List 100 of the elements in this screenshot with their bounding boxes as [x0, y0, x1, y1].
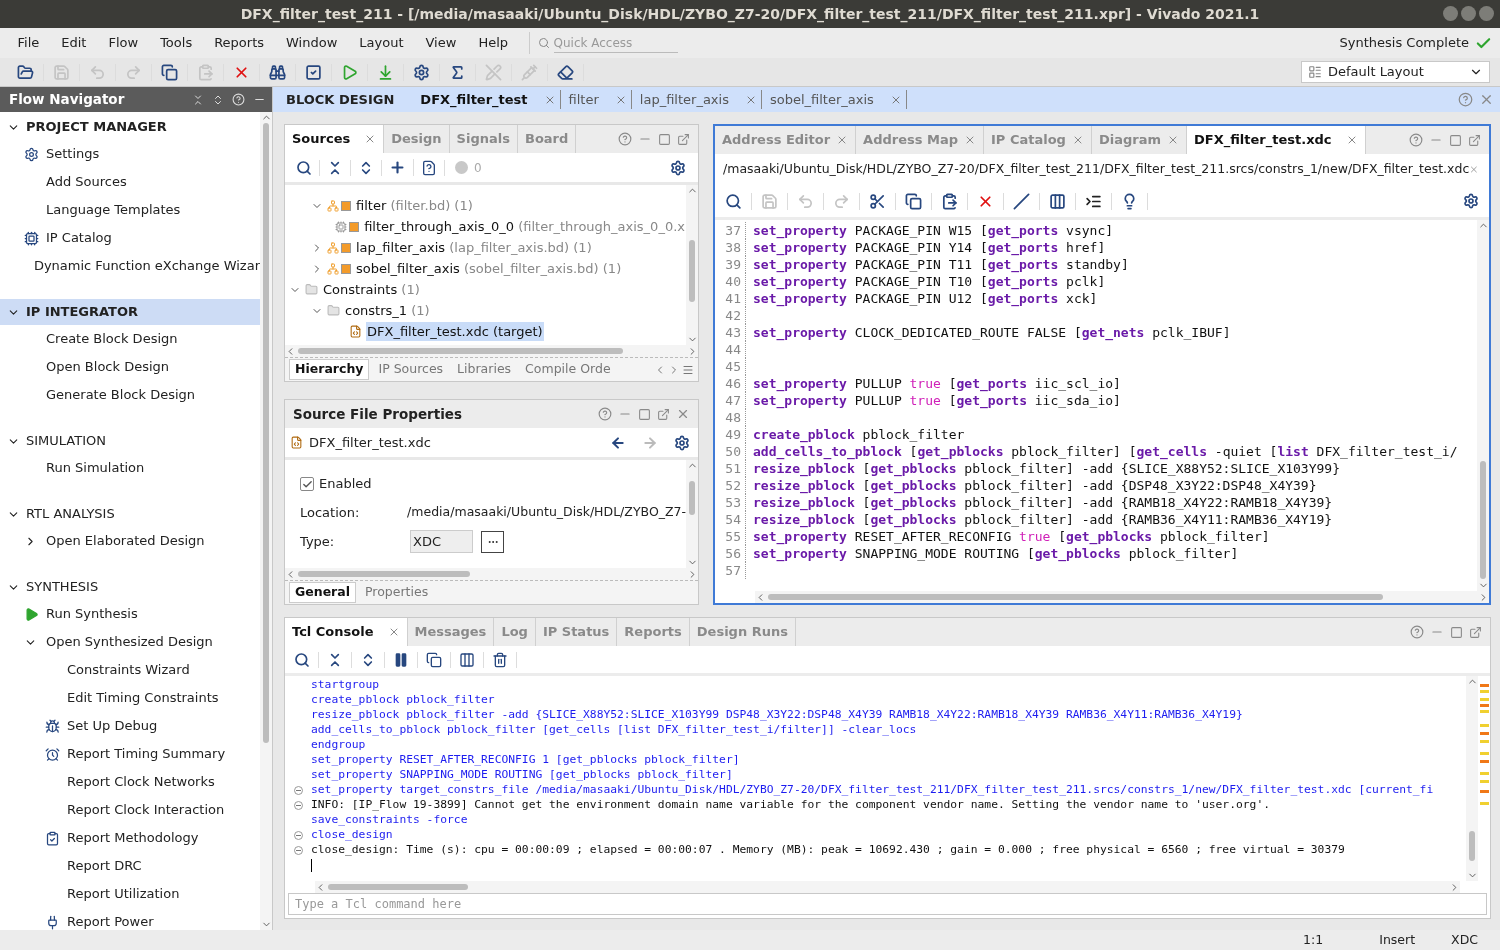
- file-question-icon[interactable]: [421, 159, 437, 176]
- scrollbar-thumb[interactable]: [1469, 831, 1475, 861]
- menu-item[interactable]: Tools: [152, 33, 200, 53]
- lightbulb-icon[interactable]: [1121, 192, 1138, 210]
- columns-icon[interactable]: [1049, 192, 1066, 210]
- help-icon[interactable]: [598, 407, 612, 421]
- nav-item[interactable]: Open Synthesized Design: [46, 632, 213, 652]
- back-icon[interactable]: [610, 434, 626, 451]
- copy-icon[interactable]: [161, 63, 178, 81]
- expand-all-icon[interactable]: [212, 93, 224, 106]
- bottom-tab[interactable]: Hierarchy: [289, 359, 370, 380]
- nav-item[interactable]: Report Power: [67, 912, 154, 930]
- nav-section[interactable]: RTL ANALYSIS: [0, 501, 260, 527]
- float-icon[interactable]: [677, 132, 690, 146]
- panel-tab[interactable]: Tcl Console: [285, 618, 408, 646]
- tree-item[interactable]: lap_filter_axis (lap_filter_axis.bd) (1): [355, 237, 593, 258]
- nav-item[interactable]: Language Templates: [46, 200, 181, 220]
- settings-icon[interactable]: [413, 63, 430, 81]
- scrollbar-thumb[interactable]: [298, 348, 623, 354]
- nav-item[interactable]: Generate Block Design: [46, 385, 196, 405]
- checkbox-icon[interactable]: [305, 63, 322, 81]
- search-icon[interactable]: [725, 192, 742, 210]
- float-icon[interactable]: [1468, 133, 1481, 147]
- maximize-icon[interactable]: [658, 132, 671, 146]
- quick-access-field[interactable]: Quick Access: [553, 33, 678, 53]
- scrollbar-thumb[interactable]: [768, 594, 1383, 600]
- settings-icon[interactable]: [674, 434, 690, 451]
- bottom-tab[interactable]: Libraries: [452, 360, 517, 379]
- binoculars-icon[interactable]: [269, 63, 286, 81]
- search-icon[interactable]: [294, 651, 310, 668]
- nav-item[interactable]: Report Utilization: [67, 884, 180, 904]
- float-icon[interactable]: [657, 407, 670, 421]
- nav-item[interactable]: Run Synthesis: [46, 604, 138, 624]
- scrollbar-thumb[interactable]: [263, 123, 269, 743]
- forward-icon[interactable]: [642, 434, 658, 451]
- close-icon[interactable]: [1479, 6, 1494, 21]
- nav-item[interactable]: Settings: [46, 144, 100, 164]
- columns-icon[interactable]: [459, 651, 475, 668]
- settings-icon[interactable]: [1463, 193, 1479, 209]
- pause-icon[interactable]: [393, 651, 409, 668]
- menu-item[interactable]: View: [418, 33, 464, 53]
- add-icon[interactable]: [389, 159, 406, 176]
- tree-item[interactable]: filter_through_axis_0_0 (filter_through_axis_0_0.x: [363, 216, 686, 237]
- bottom-tab[interactable]: General: [289, 582, 356, 603]
- bottom-tab[interactable]: IP Sources: [373, 360, 449, 379]
- search-icon[interactable]: [296, 159, 312, 176]
- close-icon[interactable]: [1479, 92, 1494, 107]
- tree-item[interactable]: filter (filter.bd) (1): [355, 195, 474, 216]
- nav-item[interactable]: Set Up Debug: [67, 716, 158, 736]
- nav-item[interactable]: Edit Timing Constraints: [67, 688, 219, 708]
- nav-item[interactable]: Open Elaborated Design: [46, 531, 205, 551]
- nav-section[interactable]: PROJECT MANAGER: [0, 114, 260, 140]
- nav-item[interactable]: Report Clock Interaction: [67, 800, 225, 820]
- nav-item[interactable]: Report DRC: [67, 856, 142, 876]
- nav-item[interactable]: Report Timing Summary: [67, 744, 226, 764]
- document-tab[interactable]: lap_filter_axis: [639, 89, 762, 110]
- panel-tab[interactable]: DFX_filter_test.xdc: [1187, 126, 1366, 154]
- settings-icon[interactable]: [670, 159, 686, 176]
- minimize-icon[interactable]: [1443, 6, 1458, 21]
- scrollbar-thumb[interactable]: [298, 571, 470, 577]
- menu-item[interactable]: Reports: [206, 33, 272, 53]
- cut-icon[interactable]: [869, 192, 886, 210]
- browse-button[interactable]: [481, 530, 504, 553]
- tcl-input-field[interactable]: Type a Tcl command here: [288, 893, 1487, 915]
- menu-item[interactable]: File: [10, 33, 47, 53]
- close-icon[interactable]: [1167, 134, 1179, 146]
- nav-section[interactable]: SIMULATION: [0, 428, 260, 454]
- comment-icon[interactable]: [1013, 192, 1030, 210]
- tree-item[interactable]: DFX_filter_test.xdc (target): [366, 321, 544, 342]
- maximize-icon[interactable]: [1449, 133, 1462, 147]
- trash-icon[interactable]: [492, 651, 508, 668]
- download-icon[interactable]: [377, 63, 394, 81]
- folder-icon[interactable]: [17, 63, 34, 81]
- bottom-tab[interactable]: Compile Orde: [520, 360, 616, 379]
- tree-item[interactable]: sobel_filter_axis (sobel_filter_axis.bd) (1): [355, 258, 623, 279]
- document-tab[interactable]: filter: [568, 89, 632, 110]
- nav-item[interactable]: Dynamic Function eXchange Wizar: [33, 256, 260, 276]
- type-field[interactable]: XDC: [410, 530, 473, 553]
- nav-item[interactable]: Create Block Design: [46, 329, 178, 349]
- menu-item[interactable]: Window: [278, 33, 345, 53]
- close-icon[interactable]: [1469, 163, 1479, 176]
- maximize-icon[interactable]: [1461, 6, 1476, 21]
- nav-section[interactable]: IP INTEGRATOR: [0, 299, 260, 325]
- scrollbar-thumb[interactable]: [328, 884, 468, 890]
- tree-item[interactable]: Constraints (1): [322, 279, 421, 300]
- bottom-tab[interactable]: Properties: [360, 583, 434, 602]
- help-icon[interactable]: [1458, 92, 1473, 107]
- copy-icon[interactable]: [905, 192, 922, 210]
- nav-item[interactable]: IP Catalog: [46, 228, 112, 248]
- close-icon[interactable]: [676, 407, 690, 421]
- menu-item[interactable]: Layout: [351, 33, 411, 53]
- help-icon[interactable]: [1410, 625, 1424, 639]
- scrollbar-thumb[interactable]: [1480, 461, 1486, 579]
- nav-item[interactable]: Open Block Design: [46, 357, 170, 377]
- menu-item[interactable]: Flow: [100, 33, 146, 53]
- copy-icon[interactable]: [426, 651, 442, 668]
- nav-item[interactable]: Constraints Wizard: [67, 660, 190, 680]
- menu-item[interactable]: Edit: [53, 33, 94, 53]
- tree-item[interactable]: constrs_1 (1): [344, 300, 431, 321]
- nav-item[interactable]: Run Simulation: [46, 458, 145, 478]
